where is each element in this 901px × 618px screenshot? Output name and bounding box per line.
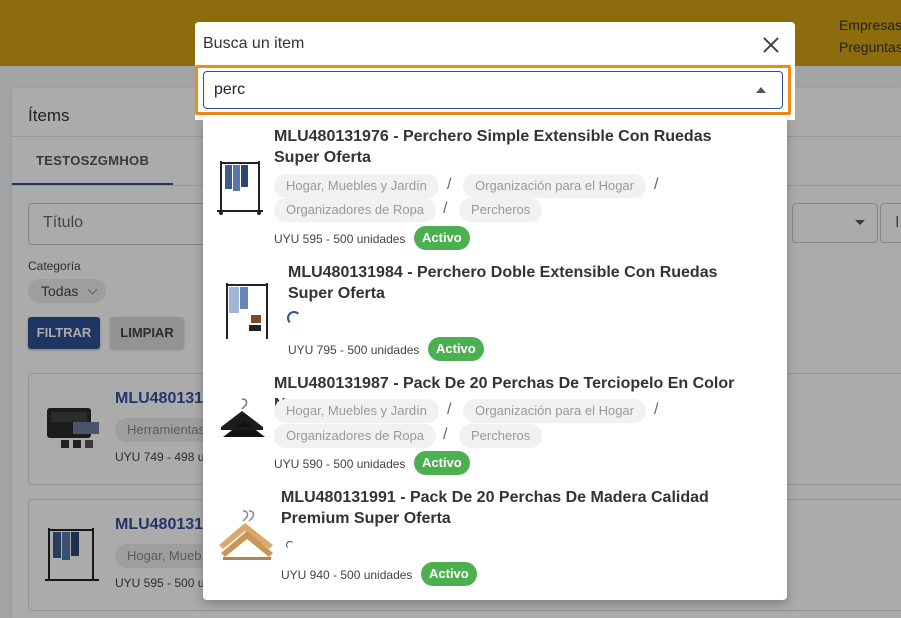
status-badge: Activo <box>428 337 484 361</box>
result-item[interactable]: MLU480131976 - Perchero Simple Extensibl… <box>203 115 787 253</box>
result-title[interactable]: MLU480131976 - Perchero Simple Extensibl… <box>274 126 754 168</box>
category-chip: Percheros <box>459 198 543 222</box>
dialog-title: Busca un item <box>203 35 305 52</box>
breadcrumb-separator: / <box>443 426 448 443</box>
hanger-image <box>221 398 265 437</box>
status-badge: Activo <box>414 226 470 250</box>
category-chip: Organización para el Hogar <box>463 174 646 198</box>
breadcrumb-separator: / <box>654 176 659 193</box>
result-price: UYU 940 - 500 unidades <box>281 568 413 582</box>
result-price: UYU 590 - 500 unidades <box>274 457 406 471</box>
status-badge: Activo <box>421 562 477 586</box>
result-price: UYU 795 - 500 unidades <box>288 343 420 357</box>
search-autocomplete[interactable] <box>203 71 783 109</box>
category-chip: Hogar, Muebles y Jardín <box>274 174 439 198</box>
result-item[interactable]: MLU480131984 - Perchero Doble Extensible… <box>203 253 787 363</box>
result-title[interactable]: MLU480131991 - Pack De 20 Perchas De Mad… <box>281 487 771 529</box>
result-item[interactable]: MLU480131991 - Pack De 20 Perchas De Mad… <box>203 477 787 600</box>
search-focus-highlight <box>195 65 791 115</box>
search-input[interactable] <box>214 78 734 102</box>
loading-spinner-icon <box>287 311 301 325</box>
breadcrumb-separator: / <box>447 176 452 193</box>
category-chip: Organizadores de Ropa <box>274 424 437 448</box>
breadcrumb-separator: / <box>654 401 659 418</box>
rack-image <box>226 283 268 339</box>
rack-image <box>217 161 263 215</box>
breadcrumb-separator: / <box>443 200 448 217</box>
result-title[interactable]: MLU480131984 - Perchero Doble Extensible… <box>288 262 758 304</box>
close-icon[interactable] <box>761 35 781 55</box>
wooden-hanger-image <box>219 510 273 560</box>
result-price: UYU 595 - 500 unidades <box>274 232 406 246</box>
loading-spinner-icon <box>286 541 294 549</box>
result-item[interactable]: MLU480131987 - Pack De 20 Perchas De Ter… <box>203 363 787 477</box>
status-badge: Activo <box>414 451 470 475</box>
results-list: MLU480131976 - Perchero Simple Extensibl… <box>203 115 787 600</box>
category-chip: Percheros <box>459 424 543 448</box>
category-chip: Organizadores de Ropa <box>274 198 437 222</box>
breadcrumb-separator: / <box>447 401 452 418</box>
category-chip: Organización para el Hogar <box>463 399 646 423</box>
dropdown-arrow-up-icon[interactable] <box>756 87 766 93</box>
category-chip: Hogar, Muebles y Jardín <box>274 399 439 423</box>
